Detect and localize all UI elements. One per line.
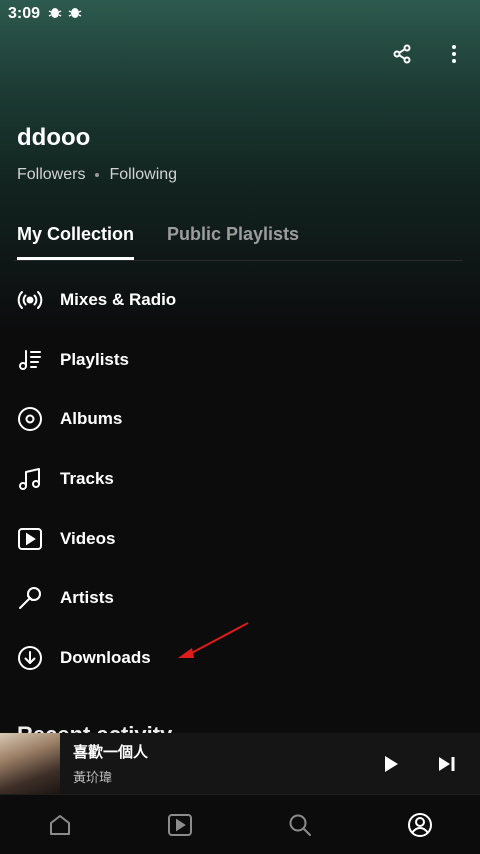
- collection-item-label: Downloads: [60, 647, 151, 667]
- collection-item-videos[interactable]: Videos: [0, 509, 480, 569]
- collection-item-tracks[interactable]: Tracks: [0, 449, 480, 509]
- bottom-navigation: [0, 794, 480, 854]
- collection-item-playlists[interactable]: Playlists: [0, 330, 480, 390]
- music-note-icon: [17, 466, 43, 492]
- collection-item-label: Albums: [60, 409, 123, 429]
- skip-next-icon[interactable]: [434, 751, 460, 777]
- tab-public-playlists[interactable]: Public Playlists: [167, 224, 299, 260]
- video-icon[interactable]: [166, 811, 194, 839]
- tab-divider: [14, 260, 463, 261]
- playlist-icon: [17, 347, 43, 373]
- separator-dot: [95, 173, 100, 177]
- radio-icon: [17, 287, 43, 313]
- bug-icon: [48, 5, 62, 23]
- now-playing-artist: 黃玠瑋: [73, 770, 113, 785]
- mini-player[interactable]: 喜歡一個人 黃玠瑋: [0, 733, 480, 794]
- album-art: [0, 733, 60, 794]
- header-actions: [390, 42, 466, 66]
- now-playing-title: 喜歡一個人: [73, 744, 149, 761]
- following-link[interactable]: Following: [109, 166, 177, 184]
- download-icon: [17, 645, 43, 671]
- tab-my-collection[interactable]: My Collection: [17, 224, 135, 260]
- profile-name: ddooo: [17, 124, 91, 151]
- follow-stats: Followers Following: [17, 166, 177, 184]
- video-icon: [17, 526, 43, 552]
- status-time: 3:09: [8, 5, 41, 22]
- microphone-icon: [17, 585, 43, 611]
- collection-item-label: Artists: [60, 588, 114, 608]
- album-icon: [17, 406, 43, 432]
- play-icon[interactable]: [378, 751, 404, 777]
- collection-item-label: Tracks: [60, 468, 114, 488]
- followers-link[interactable]: Followers: [17, 166, 85, 184]
- collection-item-label: Playlists: [60, 349, 129, 369]
- home-icon[interactable]: [46, 811, 74, 839]
- share-icon[interactable]: [390, 42, 414, 66]
- status-bar: 3:09: [0, 0, 480, 28]
- collection-item-albums[interactable]: Albums: [0, 389, 480, 449]
- bug-icon: [68, 5, 82, 23]
- profile-icon[interactable]: [406, 811, 434, 839]
- collection-tabs: My Collection Public Playlists: [17, 224, 299, 260]
- collection-item-mixes-radio[interactable]: Mixes & Radio: [0, 270, 480, 330]
- search-icon[interactable]: [286, 811, 314, 839]
- collection-item-label: Mixes & Radio: [60, 289, 177, 309]
- annotation-arrow: [178, 622, 249, 658]
- more-vertical-icon[interactable]: [442, 42, 466, 66]
- collection-item-label: Videos: [60, 528, 116, 548]
